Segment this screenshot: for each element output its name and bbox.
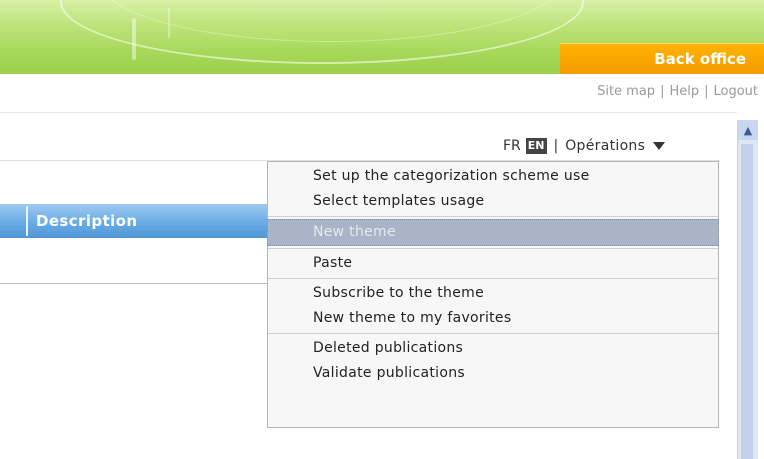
menu-item-subscribe-theme[interactable]: Subscribe to the theme — [268, 281, 718, 306]
menu-item-deleted-publications[interactable]: Deleted publications — [268, 336, 718, 361]
link-separator: | — [660, 84, 665, 99]
link-separator: | — [704, 84, 709, 99]
lang-fr-link[interactable]: FR — [503, 138, 521, 154]
logout-link[interactable]: Logout — [713, 84, 758, 99]
operations-dropdown-menu: Set up the categorization scheme use Sel… — [267, 161, 719, 428]
toolbar-separator: | — [553, 138, 559, 154]
scrollbar-track[interactable] — [741, 144, 753, 459]
menu-item-select-templates[interactable]: Select templates usage — [268, 189, 718, 214]
column-divider — [26, 206, 28, 236]
menu-group: Set up the categorization scheme use Sel… — [268, 162, 718, 217]
language-operations-bar: FR EN | Opérations — [503, 138, 666, 154]
menu-item-theme-to-favorites[interactable]: New theme to my favorites — [268, 306, 718, 331]
operations-menu-button[interactable]: Opérations — [565, 138, 645, 154]
table-bottom-border — [0, 283, 267, 284]
back-office-tab[interactable]: Back office — [560, 43, 764, 74]
table-header: Description — [0, 204, 272, 238]
chevron-up-icon[interactable]: ▲ — [738, 120, 758, 140]
site-map-link[interactable]: Site map — [597, 84, 655, 99]
menu-item-paste[interactable]: Paste — [268, 251, 718, 276]
menu-item-categorization-scheme[interactable]: Set up the categorization scheme use — [268, 164, 718, 189]
menu-group: Paste — [268, 249, 718, 279]
menu-group: Subscribe to the theme New theme to my f… — [268, 279, 718, 334]
header-banner: Back office — [0, 0, 764, 74]
header-divider — [0, 112, 737, 113]
banner-decoration — [132, 18, 136, 60]
menu-item-validate-publications[interactable]: Validate publications — [268, 361, 718, 386]
top-links: Site map | Help | Logout — [597, 84, 758, 99]
menu-group: New theme — [267, 217, 719, 249]
menu-item-new-theme: New theme — [267, 219, 719, 246]
column-header-description[interactable]: Description — [36, 212, 137, 230]
lang-en-current: EN — [525, 138, 547, 154]
help-link[interactable]: Help — [669, 84, 699, 99]
vertical-scrollbar[interactable]: ▲ — [737, 120, 758, 459]
menu-group: Deleted publications Validate publicatio… — [268, 334, 718, 388]
banner-decoration — [168, 8, 170, 38]
triangle-down-icon[interactable] — [653, 142, 666, 150]
